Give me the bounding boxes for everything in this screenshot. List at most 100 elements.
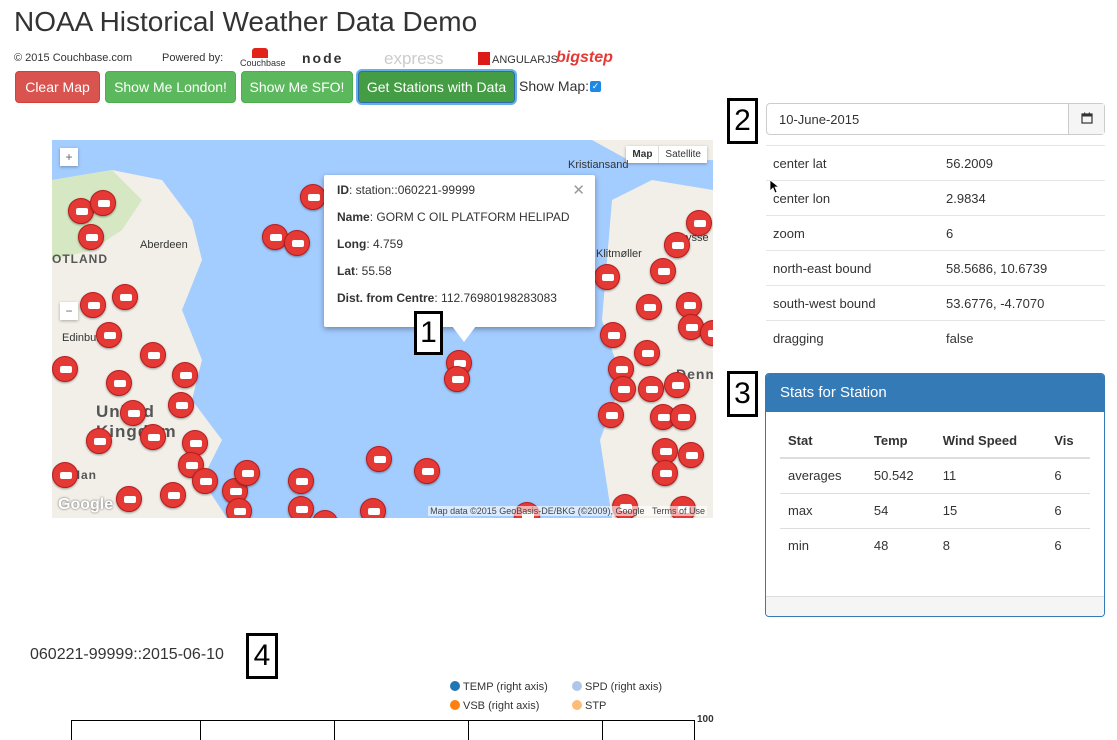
station-marker[interactable] [598, 402, 624, 428]
callout-1: 1 [414, 311, 443, 355]
zoom-in-button[interactable]: + [60, 148, 78, 166]
info-long-value: 4.759 [373, 237, 404, 251]
station-marker[interactable] [172, 362, 198, 388]
legend-item[interactable]: VSB (right axis) [450, 700, 539, 712]
station-marker[interactable] [664, 232, 690, 258]
station-marker[interactable] [106, 370, 132, 396]
info-dist-value: 112.76980198283083 [441, 291, 557, 305]
map-attribution: Map data ©2015 GeoBasis-DE/BKG (©2009), … [428, 506, 707, 516]
station-marker[interactable] [226, 498, 252, 518]
station-marker[interactable] [650, 258, 676, 284]
show-map-checkbox[interactable]: ✓ [590, 81, 601, 92]
station-marker[interactable] [112, 284, 138, 310]
station-marker[interactable] [116, 486, 142, 512]
place-label: Klitmøller [596, 248, 642, 260]
info-long-label: Long [337, 237, 367, 251]
station-marker[interactable] [140, 424, 166, 450]
station-marker[interactable] [234, 460, 260, 486]
zoom-out-button[interactable]: − [60, 302, 78, 320]
date-picker[interactable]: 10-June-2015 [766, 103, 1105, 135]
table-row: center lon 2.9834 [766, 180, 1105, 216]
right-axis-tick: 100 [697, 714, 714, 725]
column-header: Temp [865, 424, 935, 459]
station-marker[interactable] [120, 400, 146, 426]
station-marker[interactable] [140, 342, 166, 368]
info-id-value: station::060221-99999 [355, 183, 476, 197]
station-marker[interactable] [52, 356, 78, 382]
calendar-icon[interactable] [1068, 104, 1104, 134]
zoom-control[interactable]: + [60, 148, 78, 166]
legend-dot [572, 700, 582, 710]
stats-panel-footer [766, 596, 1104, 616]
show-sfo-button[interactable]: Show Me SFO! [241, 71, 353, 103]
station-marker[interactable] [90, 190, 116, 216]
legend-item[interactable]: STP [572, 700, 606, 712]
station-marker[interactable] [414, 458, 440, 484]
station-marker[interactable] [636, 294, 662, 320]
station-marker[interactable] [664, 372, 690, 398]
station-marker[interactable] [284, 230, 310, 256]
station-marker[interactable] [288, 496, 314, 518]
station-marker[interactable] [96, 322, 122, 348]
info-lat-label: Lat [337, 264, 355, 278]
stats-panel: Stats for Station Stat Temp Wind Speed V… [765, 373, 1105, 617]
station-marker[interactable] [86, 428, 112, 454]
station-marker[interactable] [634, 340, 660, 366]
legend-item[interactable]: SPD (right axis) [572, 681, 662, 693]
station-marker[interactable] [360, 498, 386, 518]
close-icon[interactable]: ✕ [572, 181, 585, 199]
stats-panel-title: Stats for Station [766, 374, 1104, 412]
legend-item[interactable]: TEMP (right axis) [450, 681, 548, 693]
station-marker[interactable] [670, 404, 696, 430]
station-marker[interactable] [366, 446, 392, 472]
place-label: OTLAND [52, 252, 108, 266]
get-stations-button[interactable]: Get Stations with Data [358, 71, 515, 103]
station-marker[interactable] [160, 482, 186, 508]
station-marker[interactable] [168, 392, 194, 418]
show-map-label: Show Map: [519, 78, 590, 94]
date-input[interactable]: 10-June-2015 [779, 112, 859, 127]
info-dist-label: Dist. from Centre [337, 291, 435, 305]
mouse-cursor-icon [770, 180, 780, 194]
zoom-control-lower[interactable]: − [60, 302, 78, 320]
table-row: averages 50.542 11 6 [780, 457, 1090, 493]
station-marker[interactable] [600, 322, 626, 348]
node-logo: node [302, 50, 344, 66]
station-marker[interactable] [678, 442, 704, 468]
map-type-control[interactable]: Map Satellite [626, 146, 707, 163]
table-row: south-west bound 53.6776, -4.7070 [766, 285, 1105, 321]
info-name-label: Name [337, 210, 370, 224]
station-marker[interactable] [288, 468, 314, 494]
station-marker[interactable] [192, 468, 218, 494]
station-marker[interactable] [444, 366, 470, 392]
show-london-button[interactable]: Show Me London! [105, 71, 236, 103]
terms-link[interactable]: Terms of Use [652, 506, 705, 516]
map-type-satellite[interactable]: Satellite [659, 146, 707, 163]
station-marker[interactable] [686, 210, 712, 236]
column-header: Vis [1046, 424, 1090, 459]
station-marker[interactable] [300, 184, 326, 210]
angular-logo: ANGULARJS [478, 52, 558, 66]
station-info-window: ✕ ID: station::060221-99999 Name: GORM C… [324, 175, 595, 327]
google-logo: Google [58, 496, 114, 513]
station-marker[interactable] [594, 264, 620, 290]
column-header: Wind Speed [934, 424, 1047, 459]
stats-table: Stat Temp Wind Speed Vis averages 50.542… [780, 424, 1090, 563]
place-label: Aberdeen [140, 239, 188, 251]
station-marker[interactable] [80, 292, 106, 318]
table-row: zoom 6 [766, 215, 1105, 251]
map-type-map[interactable]: Map [626, 146, 660, 163]
station-marker[interactable] [52, 462, 78, 488]
callout-2: 2 [727, 98, 758, 144]
table-row: dragging false [766, 320, 1105, 356]
station-marker[interactable] [78, 224, 104, 250]
station-marker[interactable] [610, 376, 636, 402]
station-marker[interactable] [638, 376, 664, 402]
info-name-value: GORM C OIL PLATFORM HELIPAD [376, 210, 570, 224]
station-marker[interactable] [652, 460, 678, 486]
legend-dot [450, 681, 460, 691]
clear-map-button[interactable]: Clear Map [15, 71, 100, 103]
table-row: min 48 8 6 [780, 527, 1090, 563]
info-window-tail [452, 326, 476, 342]
legend-dot [572, 681, 582, 691]
